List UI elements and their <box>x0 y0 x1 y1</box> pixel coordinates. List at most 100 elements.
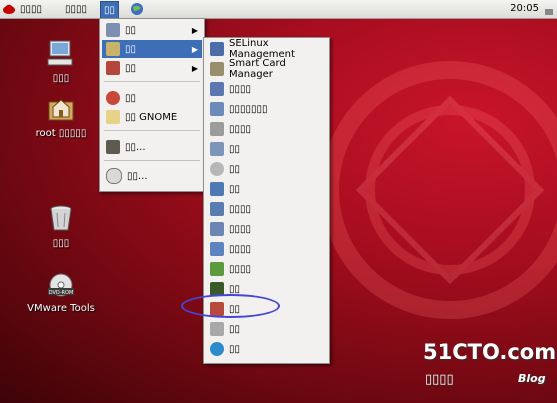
administration-icon <box>106 61 120 75</box>
submenu-item-network-config[interactable]: ▯▯▯▯ <box>206 220 327 238</box>
lock-screen-icon <box>106 140 120 154</box>
menu-item-lock-screen[interactable]: ▯▯... <box>102 138 202 156</box>
menu-item-applications[interactable]: ▯▯ ▶ <box>102 21 202 39</box>
watermark-site: 51CTO.com <box>423 340 557 364</box>
desktop-icon-vmware-tools[interactable]: DVD-ROM VMware Tools <box>25 272 97 314</box>
menu-item-label: ▯▯▯▯ <box>229 263 252 275</box>
submenu-item-selinux[interactable]: SELinux Management <box>206 38 327 60</box>
notification-icon[interactable] <box>544 4 554 20</box>
annotation-ellipse <box>181 294 280 318</box>
menu-item-label: ▯▯ <box>125 92 137 104</box>
watermark-blog: Blog <box>518 372 546 385</box>
menu-item-help[interactable]: ▯▯ <box>102 89 202 107</box>
packages-icon <box>210 242 224 256</box>
disk-icon <box>210 322 224 336</box>
submenu-item-printer[interactable]: ▯▯▯▯ <box>206 120 327 138</box>
menu-item-label: SELinux Management <box>229 38 295 60</box>
menu-separator <box>104 81 200 82</box>
submenu-item-kickstart[interactable]: ▯▯▯▯ <box>206 260 327 278</box>
menu-item-label: ▯▯▯▯ <box>229 223 252 235</box>
menu-places-label: ▯▯▯▯ <box>65 3 88 15</box>
submenu-item-sound[interactable]: ▯▯▯▯ <box>206 80 327 98</box>
clock[interactable]: 20:05 <box>510 3 539 14</box>
menu-system-label: ▯▯ <box>104 4 116 16</box>
power-icon <box>106 168 122 184</box>
printer-icon <box>210 122 224 136</box>
menu-item-about-gnome[interactable]: ▯▯ GNOME <box>102 108 202 126</box>
desktop-icon-computer[interactable]: ▯▯▯ <box>38 38 84 84</box>
submenu-item-display[interactable]: ▯▯ <box>206 140 327 158</box>
menu-separator <box>104 130 200 131</box>
date-time-icon <box>210 162 224 176</box>
kickstart-icon <box>210 262 224 276</box>
menu-item-label: ▯▯ <box>125 24 137 36</box>
menu-item-label: ▯▯... <box>125 141 146 153</box>
menu-item-label: ▯▯ <box>229 323 241 335</box>
network-icon <box>210 102 224 116</box>
applications-icon <box>106 23 120 37</box>
menu-item-label: ▯▯▯▯ <box>229 243 252 255</box>
desktop-icon-label: ▯▯▯ <box>52 73 70 84</box>
help-icon <box>106 91 120 105</box>
submenu-item-language[interactable]: ▯▯ <box>206 340 327 358</box>
selinux-icon <box>210 42 224 56</box>
desktop-icon-label: root ▯▯▯▯▯ <box>35 128 87 139</box>
menu-item-shutdown[interactable]: ▯▯... <box>102 167 202 185</box>
desktop-icon-trash[interactable]: ▯▯▯ <box>40 203 82 249</box>
dvd-rom-badge: DVD-ROM <box>49 290 74 296</box>
menu-applications[interactable]: ▯▯▯▯ <box>20 1 42 17</box>
menu-item-label: ▯▯ <box>229 283 241 295</box>
users-icon <box>210 182 224 196</box>
menu-item-label: ▯▯ <box>229 143 241 155</box>
computer-icon <box>47 40 73 66</box>
sound-icon <box>210 82 224 96</box>
menu-item-label: ▯▯ <box>229 183 241 195</box>
submenu-item-packages[interactable]: ▯▯▯▯ <box>206 240 327 258</box>
menu-item-label: ▯▯ GNOME <box>125 111 178 123</box>
submenu-arrow-icon: ▶ <box>191 63 198 73</box>
submenu-item-keyboard[interactable]: ▯▯▯▯ <box>206 200 327 218</box>
menu-item-label: ▯▯ <box>229 343 241 355</box>
watermark-tagline: ▯▯▯▯ <box>425 372 454 387</box>
cdrom-icon: DVD-ROM <box>48 273 74 297</box>
submenu-item-users[interactable]: ▯▯ <box>206 180 327 198</box>
about-gnome-icon <box>106 110 120 124</box>
menu-item-label: ▯▯ <box>125 43 137 55</box>
smartcard-icon <box>210 62 224 76</box>
submenu-item-network[interactable]: ▯▯▯▯▯▯▯ <box>206 100 327 118</box>
preferences-icon <box>106 42 120 56</box>
wallpaper-decoration <box>321 61 557 319</box>
menu-item-label: ▯▯▯▯ <box>229 83 252 95</box>
submenu-arrow-icon: ▶ <box>191 44 198 54</box>
menu-item-label: ▯▯▯▯ <box>229 123 252 135</box>
web-browser-launcher-icon[interactable] <box>130 1 144 17</box>
submenu-item-smart-card[interactable]: Smart Card Manager <box>206 58 327 80</box>
language-icon <box>210 342 224 356</box>
redhat-logo-icon[interactable] <box>2 1 16 17</box>
desktop-icon-label: ▯▯▯ <box>52 238 70 249</box>
menu-item-administration[interactable]: ▯▯ ▶ <box>102 59 202 77</box>
menu-item-label: ▯▯▯▯ <box>229 203 252 215</box>
menu-item-label: ▯▯ <box>125 62 137 74</box>
menu-item-label: ▯▯▯▯▯▯▯ <box>229 103 268 115</box>
menu-item-label: ▯▯... <box>127 170 148 182</box>
submenu-item-disk[interactable]: ▯▯ <box>206 320 327 338</box>
top-panel: ▯▯▯▯ ▯▯▯▯ ▯▯ 20:05 <box>0 0 557 19</box>
display-icon <box>210 142 224 156</box>
desktop-icon-home[interactable]: root ▯▯▯▯▯ <box>22 93 100 139</box>
menu-separator <box>104 160 200 161</box>
submenu-arrow-icon: ▶ <box>191 25 198 35</box>
desktop-icon-label: VMware Tools <box>27 303 95 314</box>
network-config-icon <box>210 222 224 236</box>
home-folder-icon <box>48 99 74 121</box>
submenu-item-date-time[interactable]: ▯▯ <box>206 160 327 178</box>
menu-applications-label: ▯▯▯▯ <box>20 3 43 15</box>
system-menu: ▯▯ ▶ ▯▯ ▶ ▯▯ ▶ ▯▯ ▯▯ GNOME ▯▯... ▯▯... <box>99 18 205 192</box>
menu-item-label: Smart Card Manager <box>229 58 286 80</box>
menu-places[interactable]: ▯▯▯▯ <box>65 1 87 17</box>
menu-system[interactable]: ▯▯ <box>100 1 120 19</box>
menu-item-preferences[interactable]: ▯▯ ▶ <box>102 40 202 58</box>
trash-icon <box>50 205 72 231</box>
keyboard-icon <box>210 202 224 216</box>
menu-item-label: ▯▯ <box>229 163 241 175</box>
